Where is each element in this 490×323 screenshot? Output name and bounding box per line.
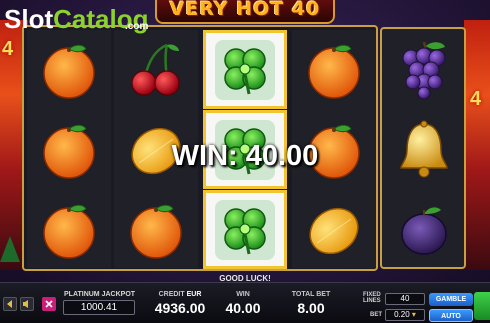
symbol-clover: [203, 190, 287, 269]
fixed-lines-label: FIXED LINES: [363, 292, 381, 304]
game-title: VERY HOT 40: [169, 0, 321, 20]
symbol-bell: [382, 109, 466, 188]
jackpot-label: PLATINUM JACKPOT: [64, 291, 136, 298]
credit-label: CREDIT: [158, 291, 185, 298]
credit-label-row: CREDIT EUR: [148, 291, 212, 298]
close-icon[interactable]: [42, 297, 56, 311]
symbol-plum: [382, 189, 466, 268]
right-decoration: [464, 20, 490, 270]
reel-5: [380, 27, 466, 269]
symbol-clover: [203, 30, 287, 109]
credit-currency: EUR: [186, 291, 202, 298]
logo-com-text: .com: [125, 21, 149, 32]
credit-meter: CREDIT EUR 4936.00: [148, 291, 212, 316]
fixed-lines-label-line2: LINES: [363, 298, 381, 304]
right-side-digit: 4: [470, 88, 482, 110]
left-side-digit: 4: [2, 38, 14, 60]
jackpot-value: 1000.41: [63, 300, 135, 315]
symbol-grapes: [382, 29, 466, 108]
chevron-down-icon: ▾: [411, 310, 416, 319]
symbol-orange: [27, 30, 111, 109]
total-bet-meter: TOTAL BET 8.00: [282, 291, 340, 316]
total-bet-value: 8.00: [297, 300, 325, 316]
bet-value: 0.20: [394, 310, 410, 319]
reel-1: [27, 30, 111, 268]
win-amount-overlay: WIN: 40.00: [171, 140, 319, 172]
win-meter: WIN 40.00: [218, 291, 268, 316]
symbol-orange: [292, 30, 376, 109]
symbol-orange: [27, 190, 111, 269]
gamble-button[interactable]: GAMBLE: [429, 293, 473, 306]
auto-button[interactable]: AUTO: [429, 309, 473, 322]
bottom-control-bar: PLATINUM JACKPOT 1000.41 CREDIT EUR 4936…: [0, 282, 490, 323]
credit-value: 4936.00: [154, 300, 206, 316]
game-title-banner: VERY HOT 40: [155, 0, 335, 24]
fixed-lines-value: 40: [385, 293, 425, 305]
symbol-lemon: [292, 190, 376, 269]
spin-button[interactable]: [474, 292, 490, 320]
logo-slot-text: Slot: [4, 4, 54, 34]
symbol-orange: [27, 110, 111, 189]
slotcatalog-logo: SlotCatalog .com: [4, 4, 148, 34]
total-bet-label: TOTAL BET: [291, 291, 331, 298]
game-area: 4 4 VERY HOT 40 WIN: 40.00 GOOD LUCK! Sl…: [0, 0, 490, 282]
tree-decoration: [0, 236, 20, 262]
bet-label: BET: [370, 312, 382, 318]
status-message: GOOD LUCK!: [219, 274, 271, 282]
symbol-orange: [114, 190, 198, 269]
win-label: WIN: [236, 291, 250, 298]
speaker-icon[interactable]: [20, 297, 34, 311]
win-value: 40.00: [225, 300, 261, 316]
bet-stepper[interactable]: 0.20 ▾: [385, 309, 425, 321]
arrow-left-icon[interactable]: [3, 297, 17, 311]
